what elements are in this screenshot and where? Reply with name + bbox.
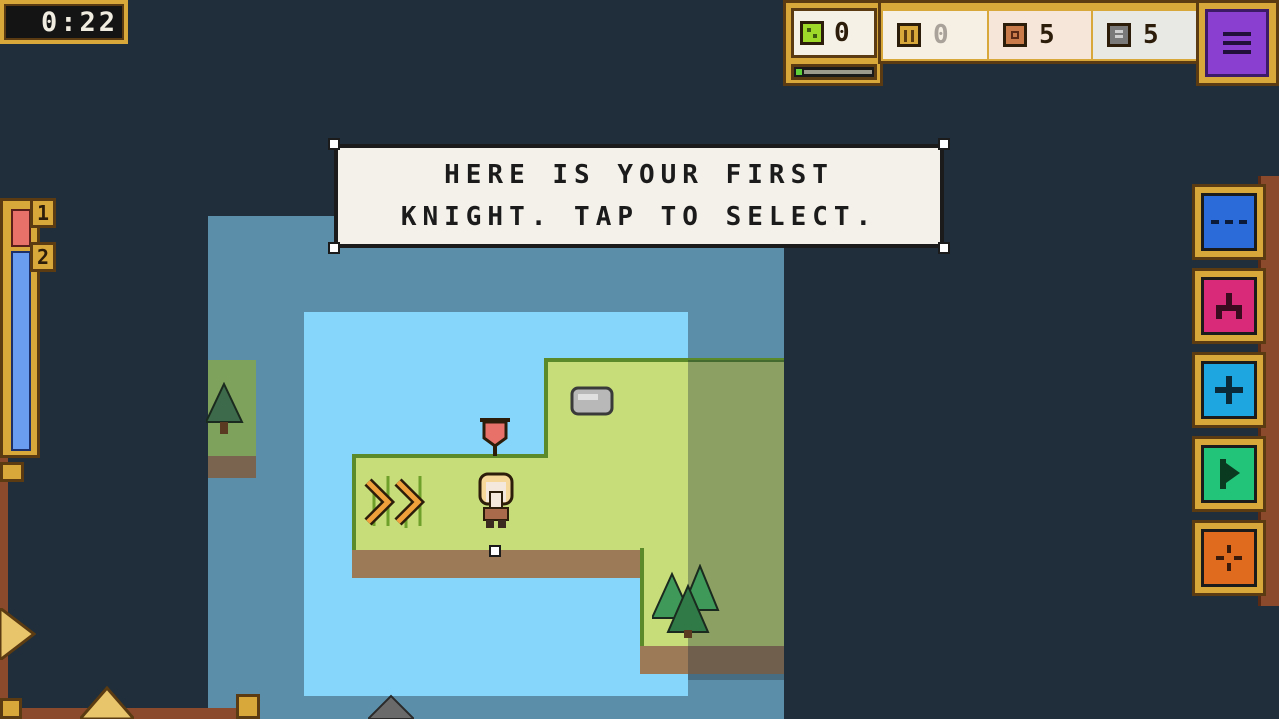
knight-unit[interactable] — [474, 470, 518, 534]
wood-block-icon — [1003, 23, 1027, 47]
wood-counter: 5 — [989, 11, 1091, 59]
tutorial-line-1: HERE IS YOUR FIRST — [444, 160, 834, 190]
wood-count: 5 — [1039, 20, 1055, 50]
menu-button[interactable] — [1196, 0, 1279, 86]
attack-target-button[interactable] — [1192, 520, 1266, 596]
health-bar-blue — [11, 251, 31, 451]
move-chevrons-icon — [364, 476, 426, 528]
progress-fill — [796, 69, 802, 75]
grass-edge — [640, 548, 644, 646]
pine-tree-icon — [206, 382, 244, 434]
rail-joint — [0, 698, 22, 719]
gold-counter: 0 — [883, 11, 987, 59]
gold-pillar-icon — [897, 23, 921, 47]
dirt-edge — [208, 456, 256, 478]
selection-marker-icon — [480, 418, 510, 456]
gold-count: 0 — [933, 20, 949, 50]
scroll-left-arrow-icon[interactable] — [0, 608, 36, 660]
tutorial-dialog[interactable]: HERE IS YOUR FIRST KNIGHT. TAP TO SELECT… — [334, 144, 944, 248]
gem-progress-bar — [791, 64, 877, 80]
pine-trees-icon — [652, 564, 720, 638]
resource-strip: 0 5 5 — [878, 0, 1200, 64]
scroll-down-arrow-icon[interactable] — [368, 694, 414, 719]
dialog-corner — [938, 138, 950, 150]
stone-counter: 5 — [1093, 11, 1197, 59]
green-gem-icon — [800, 21, 824, 45]
more-options-button[interactable] — [1192, 184, 1266, 260]
progress-track — [804, 70, 872, 74]
dialog-corner — [938, 242, 950, 254]
play-flag-icon — [1201, 445, 1257, 503]
rail-joint — [0, 462, 24, 482]
health-badge-1: 1 — [30, 198, 56, 228]
plus-icon — [1201, 361, 1257, 419]
dialog-corner — [328, 242, 340, 254]
pointer-handle — [489, 545, 501, 557]
grass-edge — [544, 358, 548, 458]
hamburger-menu-icon — [1205, 9, 1269, 77]
stone-block-icon — [1107, 23, 1131, 47]
grass-edge — [352, 454, 356, 550]
unit-health-panel — [0, 198, 40, 458]
stone-count: 5 — [1143, 20, 1159, 50]
game-timer: 0:22 — [0, 0, 128, 44]
ellipsis-icon — [1201, 193, 1257, 251]
play-turn-button[interactable] — [1192, 436, 1266, 512]
health-badge-2: 2 — [30, 242, 56, 272]
castle-icon — [1201, 277, 1257, 335]
tutorial-line-2: KNIGHT. TAP TO SELECT. — [400, 202, 878, 232]
add-unit-button[interactable] — [1192, 352, 1266, 428]
crosshair-icon — [1201, 529, 1257, 587]
rail-joint — [236, 694, 260, 719]
dialog-corner — [328, 138, 340, 150]
health-bar-red — [11, 209, 31, 247]
build-castle-button[interactable] — [1192, 268, 1266, 344]
gem-count: 0 — [834, 18, 850, 48]
scroll-up-arrow-icon[interactable] — [80, 686, 134, 719]
rock-icon — [570, 386, 614, 416]
grass-edge — [352, 454, 548, 458]
gem-counter: 0 — [791, 8, 877, 58]
